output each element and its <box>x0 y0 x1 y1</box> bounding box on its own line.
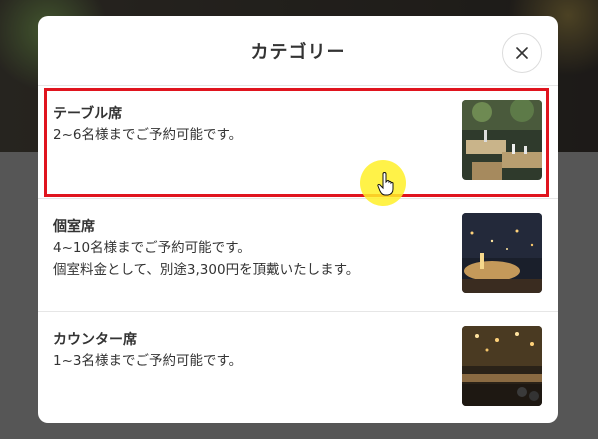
category-image-private-room <box>462 213 542 293</box>
category-item-table[interactable]: テーブル席 2~6名様までご予約可能です。 <box>38 86 558 199</box>
modal-header: カテゴリー <box>38 16 558 86</box>
modal-title: カテゴリー <box>250 41 346 63</box>
category-item-counter[interactable]: カウンター席 1~3名様までご予約可能です。 <box>38 312 558 423</box>
close-icon <box>516 47 528 59</box>
category-item-private-room[interactable]: 個室席 4~10名様までご予約可能です。 個室料金として、別途3,300円を頂戴… <box>38 199 558 312</box>
category-modal: カテゴリー テーブル席 2~6名様までご予約可能です。 個室席 4~10名様まで… <box>38 16 558 423</box>
category-image-table <box>462 100 542 180</box>
close-button[interactable] <box>502 33 542 73</box>
category-list: テーブル席 2~6名様までご予約可能です。 個室席 4~10名様までご予約可能で… <box>38 86 558 423</box>
category-image-counter <box>462 326 542 406</box>
